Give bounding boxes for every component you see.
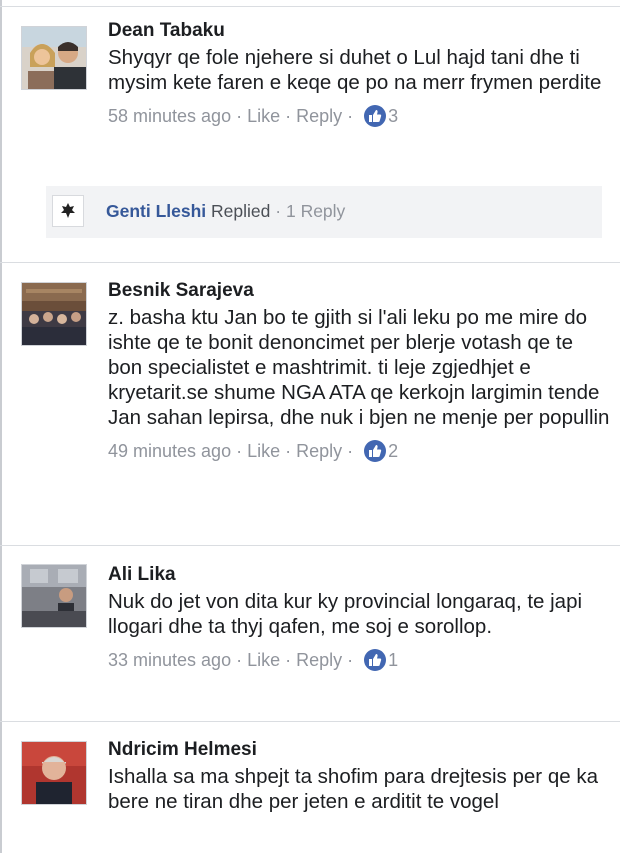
thumbs-up-icon[interactable] <box>364 649 387 671</box>
thumbs-up-icon[interactable] <box>364 440 387 462</box>
like-link[interactable]: Like <box>247 650 280 671</box>
divider <box>0 6 620 7</box>
comment-meta: 49 minutes ago · Like · Reply · 2 <box>108 440 610 462</box>
thumbs-up-icon[interactable] <box>364 105 387 127</box>
reply-link[interactable]: Reply <box>296 650 342 671</box>
comment-timestamp[interactable]: 49 minutes ago <box>108 441 231 462</box>
like-link[interactable]: Like <box>247 441 280 462</box>
meta-separator: · <box>236 440 243 461</box>
comment-timestamp[interactable]: 33 minutes ago <box>108 650 231 671</box>
like-link[interactable]: Like <box>247 106 280 127</box>
reaction-count[interactable]: 2 <box>388 441 398 462</box>
reply-summary-text: Genti Lleshi Replied · 1 Reply <box>106 201 345 222</box>
comment-meta: 33 minutes ago · Like · Reply · 1 <box>108 649 610 671</box>
avatar[interactable] <box>21 282 87 346</box>
reaction-count[interactable]: 1 <box>388 650 398 671</box>
meta-separator: · <box>285 105 292 126</box>
reply-link[interactable]: Reply <box>296 441 342 462</box>
meta-separator: · <box>285 440 292 461</box>
meta-separator: · <box>347 440 354 461</box>
comment-text: Nuk do jet von dita kur ky provincial lo… <box>108 590 583 638</box>
avatar[interactable] <box>21 741 87 805</box>
meta-separator: · <box>236 649 243 670</box>
avatar[interactable] <box>21 564 87 628</box>
thread-rule <box>0 0 2 853</box>
reply-separator: · <box>275 201 282 221</box>
comment-author[interactable]: Besnik Sarajeva <box>108 278 610 304</box>
comment-author[interactable]: Dean Tabaku <box>108 18 610 44</box>
reply-count[interactable]: 1 Reply <box>286 201 345 221</box>
comment-text: Shyqyr qe fole njehere si duhet o Lul ha… <box>108 46 602 94</box>
avatar[interactable] <box>21 26 87 90</box>
comment-meta: 58 minutes ago · Like · Reply · 3 <box>108 105 610 127</box>
meta-separator: · <box>347 105 354 126</box>
reply-link[interactable]: Reply <box>296 106 342 127</box>
comment-timestamp[interactable]: 58 minutes ago <box>108 106 231 127</box>
divider <box>0 721 620 722</box>
meta-separator: · <box>285 649 292 670</box>
comment-author[interactable]: Ndricim Helmesi <box>108 737 610 763</box>
comment-author[interactable]: Ali Lika <box>108 562 610 588</box>
reply-avatar <box>52 195 84 227</box>
reply-verb: Replied <box>211 201 271 221</box>
comment-text: z. basha ktu Jan bo te gjith si l'ali le… <box>108 306 610 429</box>
divider <box>0 545 620 546</box>
reply-author[interactable]: Genti Lleshi <box>106 201 206 221</box>
divider <box>0 262 620 263</box>
meta-separator: · <box>236 105 243 126</box>
replies-summary[interactable]: Genti Lleshi Replied · 1 Reply <box>46 186 602 238</box>
meta-separator: · <box>347 649 354 670</box>
reaction-count[interactable]: 3 <box>388 106 398 127</box>
comment-text: Ishalla sa ma shpejt ta shofim para drej… <box>108 765 598 813</box>
